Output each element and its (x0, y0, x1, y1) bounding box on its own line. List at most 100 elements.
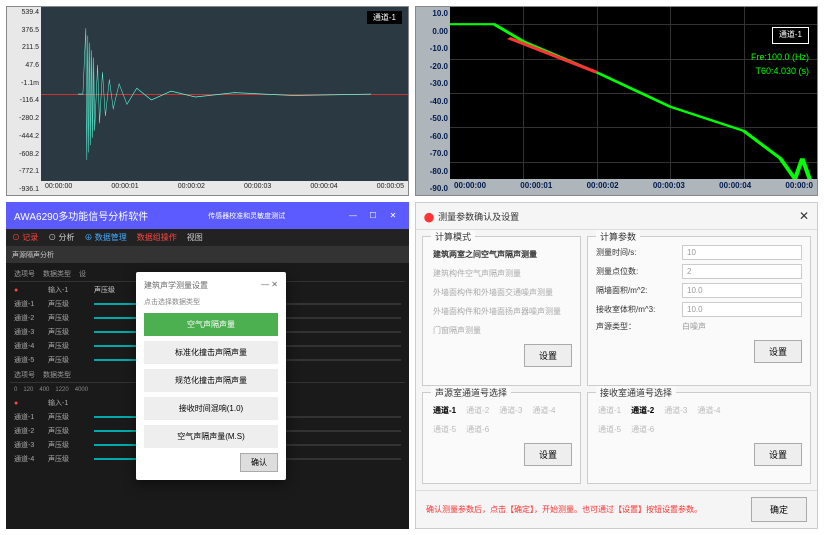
close-icon[interactable]: ✕ (385, 211, 401, 220)
popup-subtitle: 点击选择数据类型 (144, 297, 278, 307)
channel-option[interactable]: 通道-2 (631, 405, 654, 416)
waveform-panel: 539.4 376.5 211.5 47.6 -1.1m -116.4 -280… (6, 6, 409, 196)
mode-option[interactable]: 门窗隔声测量 (431, 321, 572, 340)
measure-time-input[interactable] (682, 245, 802, 260)
group-title: 计算参数 (596, 230, 640, 243)
ytick: -1.1m (9, 80, 39, 87)
popup-confirm-button[interactable]: 确认 (240, 453, 278, 472)
menu-group[interactable]: 数据组操作 (137, 232, 177, 243)
popup-option[interactable]: 空气声隔声量 (144, 313, 278, 336)
channel-option[interactable]: 通道-1 (433, 405, 456, 416)
decay-xaxis: 00:00:00 00:00:01 00:00:02 00:00:03 00:0… (450, 179, 817, 195)
menu-bar: ⊙ 记录 ⊙ 分析 ⊕ 数据管理 数据组操作 视图 (6, 229, 409, 247)
noise-type-value: 白噪声 (682, 321, 706, 332)
mode-set-button[interactable]: 设置 (524, 344, 572, 367)
ytick: 47.6 (9, 62, 39, 69)
ytick: -280.2 (9, 115, 39, 122)
menu-record[interactable]: ⊙ 记录 (12, 232, 38, 243)
source-channel-group: 声源室通道号选择 通道-1 通道-2 通道-3 通道-4 通道-5 通道-6 设… (422, 392, 581, 485)
analysis-software-window: AWA6290多功能信号分析软件 传感器校准和灵敏度测试 — ☐ ✕ ⊙ 记录 … (6, 202, 409, 529)
dialog-titlebar[interactable]: ⬤测量参数确认及设置 ✕ (416, 203, 817, 230)
popup-option[interactable]: 接收时间混响(1.0) (144, 397, 278, 420)
menu-data[interactable]: ⊕ 数据管理 (84, 232, 126, 243)
ytick: 376.5 (9, 27, 39, 34)
decay-canvas[interactable]: 通道-1 Fre:100.0 (Hz) T60:4.030 (s) (450, 7, 817, 179)
window-titlebar[interactable]: AWA6290多功能信号分析软件 传感器校准和灵敏度测试 — ☐ ✕ (6, 202, 409, 229)
ytick: -10.0 (418, 44, 448, 53)
xtick: 00:00:00 (454, 181, 486, 193)
popup-option[interactable]: 标准化撞击声隔声量 (144, 341, 278, 364)
xtick: 00:00:00 (45, 183, 72, 193)
app-title: AWA6290多功能信号分析软件 (14, 208, 148, 223)
calc-params-group: 计算参数 测量时间/s: 测量点位数: 隔墙面积/m^2: 接收室体积/m^3:… (587, 236, 811, 386)
ytick: -60.0 (418, 132, 448, 141)
minimize-icon[interactable]: — (345, 211, 361, 220)
popup-option[interactable]: 空气声隔声量(M.S) (144, 425, 278, 448)
tab-analysis[interactable]: 声源隔声分析 (12, 250, 54, 260)
tab-bar: 声源隔声分析 (6, 247, 409, 263)
measure-settings-dialog: ⬤测量参数确认及设置 ✕ 计算模式 建筑两室之间空气声隔声测量 建筑构件空气声隔… (415, 202, 818, 529)
channel-option[interactable]: 通道-4 (532, 405, 555, 416)
channel-option[interactable]: 通道-5 (598, 424, 621, 435)
mode-option[interactable]: 外墙面构件和外墙面交通噪声测量 (431, 283, 572, 302)
decay-panel: 10.0 0.00 -10.0 -20.0 -30.0 -40.0 -50.0 … (415, 6, 818, 196)
measure-points-input[interactable] (682, 264, 802, 279)
channel-option[interactable]: 通道-6 (466, 424, 489, 435)
xtick: 00:00:04 (310, 183, 337, 193)
rcv-set-button[interactable]: 设置 (754, 443, 802, 466)
group-title: 接收室通道号选择 (596, 386, 676, 399)
confirm-button[interactable]: 确定 (751, 497, 807, 522)
xtick: 00:00:03 (244, 183, 271, 193)
mode-option[interactable]: 建筑两室之间空气声隔声测量 (431, 245, 572, 264)
ytick: 211.5 (9, 44, 39, 51)
channel-option[interactable]: 通道-5 (433, 424, 456, 435)
channel-option[interactable]: 通道-1 (598, 405, 621, 416)
channel-option[interactable]: 通道-6 (631, 424, 654, 435)
xtick: 00:00:04 (719, 181, 751, 193)
ytick: -70.0 (418, 149, 448, 158)
wall-area-input[interactable] (682, 283, 802, 298)
channel-option[interactable]: 通道-4 (697, 405, 720, 416)
channel-option[interactable]: 通道-2 (466, 405, 489, 416)
popup-option[interactable]: 规范化撞击声隔声量 (144, 369, 278, 392)
ytick: -444.2 (9, 133, 39, 140)
ytick: -80.0 (418, 167, 448, 176)
ytick: -90.0 (418, 184, 448, 193)
ytick: 0.00 (418, 27, 448, 36)
channel-option[interactable]: 通道-3 (664, 405, 687, 416)
close-icon[interactable]: ✕ (799, 209, 809, 223)
ytick: -50.0 (418, 114, 448, 123)
ytick: -40.0 (418, 97, 448, 106)
channel-badge: 通道-1 (367, 11, 402, 24)
waveform-xaxis: 00:00:00 00:00:01 00:00:02 00:00:03 00:0… (41, 181, 408, 195)
room-volume-input[interactable] (682, 302, 802, 317)
menu-view[interactable]: 视图 (187, 232, 203, 243)
receive-channel-group: 接收室通道号选择 通道-1 通道-2 通道-3 通道-4 通道-5 通道-6 设… (587, 392, 811, 485)
xtick: 00:00:01 (111, 183, 138, 193)
src-set-button[interactable]: 设置 (524, 443, 572, 466)
decay-yaxis: 10.0 0.00 -10.0 -20.0 -30.0 -40.0 -50.0 … (416, 7, 450, 195)
ytick: 10.0 (418, 9, 448, 18)
xtick: 00:00:02 (178, 183, 205, 193)
popup-title: 建筑声学测量设置 (144, 280, 208, 291)
xtick: 00:00:03 (653, 181, 685, 193)
warning-icon: ⬤ (424, 212, 434, 222)
mode-option[interactable]: 外墙面构件和外墙面扬声器噪声测量 (431, 302, 572, 321)
footer-hint: 确认测量参数后，点击【确定】，开始测量。也可通过【设置】按钮设置参数。 (426, 504, 702, 515)
channel-option[interactable]: 通道-3 (499, 405, 522, 416)
xtick: 00:00:02 (587, 181, 619, 193)
ytick: -936.1 (9, 186, 39, 193)
ytick: 539.4 (9, 9, 39, 16)
dialog-footer: 确认测量参数后，点击【确定】，开始测量。也可通过【设置】按钮设置参数。 确定 (416, 490, 817, 528)
ytick: -116.4 (9, 97, 39, 104)
params-set-button[interactable]: 设置 (754, 340, 802, 363)
xtick: 00:00:05 (377, 183, 404, 193)
ytick: -608.2 (9, 151, 39, 158)
ytick: -30.0 (418, 79, 448, 88)
mode-option[interactable]: 建筑构件空气声隔声测量 (431, 264, 572, 283)
maximize-icon[interactable]: ☐ (365, 211, 381, 220)
waveform-canvas[interactable]: 通道-1 (41, 7, 408, 181)
menu-analyze[interactable]: ⊙ 分析 (48, 232, 74, 243)
ytick: -20.0 (418, 62, 448, 71)
popup-close-icon[interactable]: — ✕ (261, 280, 278, 291)
